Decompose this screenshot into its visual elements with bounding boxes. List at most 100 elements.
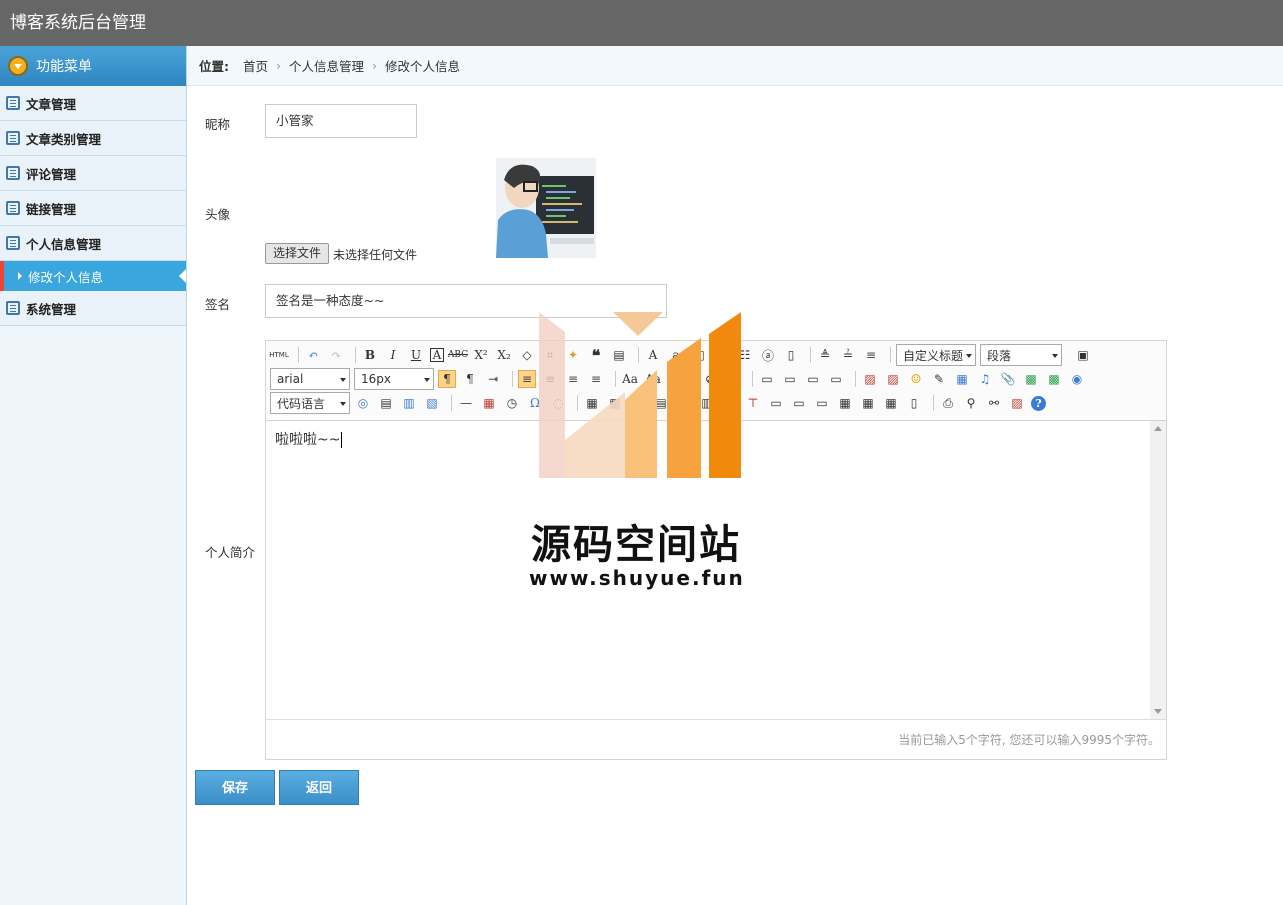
align-justify-icon[interactable]: ≡ bbox=[587, 370, 605, 388]
time-icon[interactable]: ◷ bbox=[503, 394, 521, 412]
sidebar-item-profile[interactable]: 个人信息管理 bbox=[0, 226, 186, 261]
sidebar-item-links[interactable]: 链接管理 bbox=[0, 191, 186, 226]
help-icon[interactable]: ? bbox=[1031, 395, 1046, 411]
line-height-icon[interactable]: ≡ bbox=[862, 346, 880, 364]
image-center-icon[interactable]: ▭ bbox=[827, 370, 845, 388]
superscript-icon[interactable]: X² bbox=[472, 346, 490, 364]
simple-upload-icon[interactable]: ▨ bbox=[861, 370, 879, 388]
font-size-select[interactable]: 16px bbox=[354, 368, 434, 390]
sidebar-item-comments[interactable]: 评论管理 bbox=[0, 156, 186, 191]
web-app-icon[interactable]: ◎ bbox=[354, 394, 372, 412]
clear-doc-icon[interactable]: ▯ bbox=[782, 346, 800, 364]
code-language-select[interactable]: 代码语言 bbox=[270, 392, 350, 414]
font-color-icon[interactable]: A bbox=[644, 346, 662, 364]
link-icon[interactable]: ⛓ bbox=[678, 370, 696, 388]
anchor-text-icon[interactable]: ⓐ bbox=[759, 346, 777, 364]
merge-right-icon[interactable]: ▭ bbox=[767, 394, 785, 412]
image-left-icon[interactable]: ▭ bbox=[781, 370, 799, 388]
underline-icon[interactable]: U bbox=[407, 346, 425, 364]
date-icon[interactable]: ▦ bbox=[480, 394, 498, 412]
row-spacing-bottom-icon[interactable]: ≟ bbox=[839, 346, 857, 364]
redo-icon[interactable]: ↷ bbox=[327, 346, 345, 364]
sidebar-subitem-edit-profile[interactable]: 修改个人信息 bbox=[0, 261, 186, 291]
insert-table-icon[interactable]: ▦ bbox=[583, 394, 601, 412]
sidebar-item-articles[interactable]: 文章管理 bbox=[0, 86, 186, 121]
sidebar-item-system[interactable]: 系统管理 bbox=[0, 291, 186, 326]
split-to-rows-icon[interactable]: ▦ bbox=[836, 394, 854, 412]
anchor-icon[interactable]: ⚓ bbox=[724, 370, 742, 388]
scroll-up-icon[interactable] bbox=[1154, 426, 1162, 431]
fullscreen-icon[interactable]: ▣ bbox=[1074, 346, 1092, 364]
emotion-icon[interactable]: ☺ bbox=[907, 370, 925, 388]
search-replace-icon[interactable]: ⚯ bbox=[985, 394, 1003, 412]
attachment-icon[interactable]: 📎 bbox=[999, 370, 1017, 388]
save-button[interactable]: 保存 bbox=[195, 770, 275, 805]
align-center-icon[interactable]: ≡ bbox=[541, 370, 559, 388]
drafts-icon[interactable]: ▨ bbox=[1008, 394, 1026, 412]
delete-col-icon[interactable]: ▥ bbox=[721, 394, 739, 412]
row-spacing-top-icon[interactable]: ≜ bbox=[816, 346, 834, 364]
chart-icon[interactable]: ▦ bbox=[882, 394, 900, 412]
split-to-cells-icon[interactable]: ▭ bbox=[813, 394, 831, 412]
sidebar-item-categories[interactable]: 文章类别管理 bbox=[0, 121, 186, 156]
italic-icon[interactable]: I bbox=[384, 346, 402, 364]
lowercase-icon[interactable]: Aa bbox=[644, 370, 662, 388]
pagebreak-icon[interactable]: ▤ bbox=[377, 394, 395, 412]
breadcrumb-home[interactable]: 首页 bbox=[243, 56, 268, 75]
editor-content[interactable]: 啦啦啦~~ bbox=[266, 421, 1150, 719]
merge-cells-icon[interactable]: ⊤ bbox=[744, 394, 762, 412]
bold-icon[interactable]: B bbox=[361, 346, 379, 364]
back-button[interactable]: 返回 bbox=[279, 770, 359, 805]
special-chars-icon[interactable]: Ω bbox=[526, 394, 544, 412]
undo-icon[interactable]: ↶ bbox=[304, 346, 322, 364]
unlink-icon[interactable]: ⊘ bbox=[701, 370, 719, 388]
gmap-icon[interactable]: ▩ bbox=[1045, 370, 1063, 388]
ltr-direction-icon[interactable]: ¶ bbox=[438, 370, 456, 388]
align-left-icon[interactable]: ≡ bbox=[518, 370, 536, 388]
scroll-down-icon[interactable] bbox=[1154, 709, 1162, 714]
scrawl-icon[interactable]: ✎ bbox=[930, 370, 948, 388]
choose-file-button[interactable]: 选择文件 bbox=[265, 243, 329, 264]
signature-input[interactable]: 签名是一种态度~~ bbox=[265, 284, 667, 318]
horizontal-rule-icon[interactable]: — bbox=[457, 394, 475, 412]
wordimage-icon[interactable]: ◌ bbox=[549, 394, 567, 412]
print-icon[interactable]: ⎙ bbox=[939, 394, 957, 412]
format-brush-icon[interactable]: ⌗ bbox=[541, 346, 559, 364]
menu-header[interactable]: 功能菜单 bbox=[0, 46, 186, 86]
uppercase-icon[interactable]: Aa bbox=[621, 370, 639, 388]
preview-icon[interactable]: ⚲ bbox=[962, 394, 980, 412]
html-source-icon[interactable]: HTML bbox=[269, 346, 288, 364]
insert-row-icon[interactable]: ▤ bbox=[652, 394, 670, 412]
editor-scrollbar[interactable] bbox=[1150, 421, 1166, 719]
align-right-icon[interactable]: ≡ bbox=[564, 370, 582, 388]
insert-col-icon[interactable]: ▥ bbox=[698, 394, 716, 412]
delete-row-icon[interactable]: ▤ bbox=[675, 394, 693, 412]
background-color-icon[interactable]: a bbox=[667, 346, 685, 364]
insert-image-icon[interactable]: ▨ bbox=[884, 370, 902, 388]
rtl-direction-icon[interactable]: ¶ bbox=[461, 370, 479, 388]
image-right-icon[interactable]: ▭ bbox=[804, 370, 822, 388]
merge-down-icon[interactable]: ▭ bbox=[790, 394, 808, 412]
blockquote-icon[interactable]: ❝ bbox=[587, 346, 605, 365]
split-to-cols-icon[interactable]: ▦ bbox=[859, 394, 877, 412]
insert-frame-icon[interactable]: ◉ bbox=[1068, 370, 1086, 388]
music-icon[interactable]: ♫ bbox=[976, 370, 994, 388]
font-family-select[interactable]: arial bbox=[270, 368, 350, 390]
eraser-icon[interactable]: ◇ bbox=[518, 346, 536, 364]
sort-table-icon[interactable]: ▯ bbox=[905, 394, 923, 412]
unordered-list-icon[interactable]: ☷ bbox=[736, 346, 754, 364]
font-border-icon[interactable]: A bbox=[430, 348, 444, 362]
map-icon[interactable]: ▩ bbox=[1022, 370, 1040, 388]
subscript-icon[interactable]: X₂ bbox=[495, 346, 513, 364]
strikethrough-icon[interactable]: ABC bbox=[448, 346, 468, 364]
auto-format-icon[interactable]: ✦ bbox=[564, 346, 582, 364]
insert-paragraph-before-table-icon[interactable]: ▤ bbox=[629, 394, 647, 412]
delete-table-icon[interactable]: ▦ bbox=[606, 394, 624, 412]
ordered-list-icon[interactable]: ☰ bbox=[713, 346, 731, 364]
breadcrumb-profile[interactable]: 个人信息管理 bbox=[289, 56, 364, 75]
nickname-input[interactable]: 小管家 bbox=[265, 104, 417, 138]
indent-icon[interactable]: ⇥ bbox=[484, 370, 502, 388]
insert-video-icon[interactable]: ▦ bbox=[953, 370, 971, 388]
paragraph-select[interactable]: 段落 bbox=[980, 344, 1062, 366]
paste-plain-icon[interactable]: ▤ bbox=[610, 346, 628, 364]
